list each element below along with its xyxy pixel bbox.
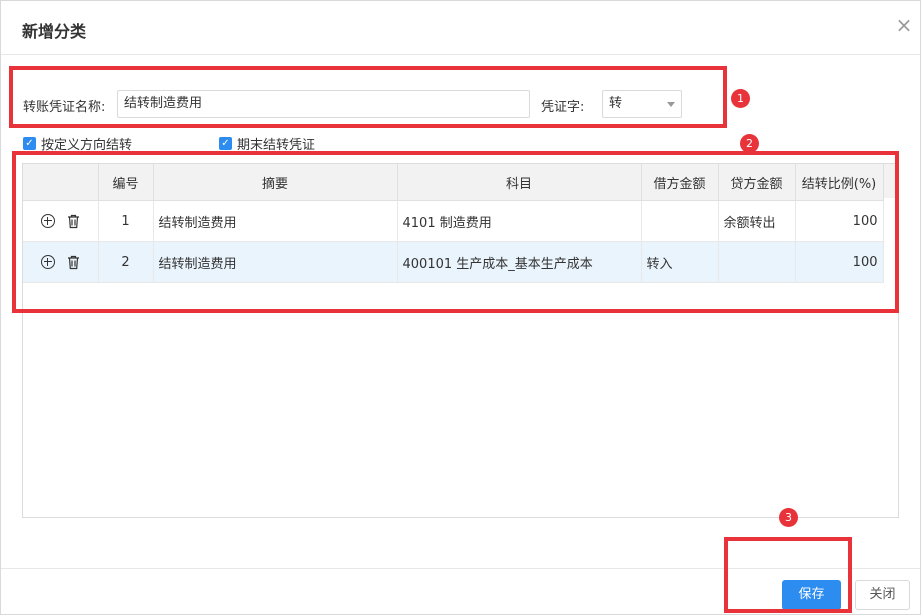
checkbox-checked-icon: ✓ <box>219 137 232 150</box>
annotation-badge-1: 1 <box>731 89 750 108</box>
close-button[interactable]: 关闭 <box>855 580 910 610</box>
annotation-box-2 <box>12 151 899 313</box>
close-icon[interactable]: × <box>894 15 914 35</box>
annotation-box-3 <box>724 537 852 613</box>
annotation-box-1 <box>9 66 727 128</box>
dialog-header: 新增分类 × <box>1 1 920 55</box>
annotation-badge-3: 3 <box>779 508 798 527</box>
dialog-title: 新增分类 <box>22 22 87 41</box>
checkbox-checked-icon: ✓ <box>23 137 36 150</box>
annotation-badge-2: 2 <box>740 134 759 153</box>
